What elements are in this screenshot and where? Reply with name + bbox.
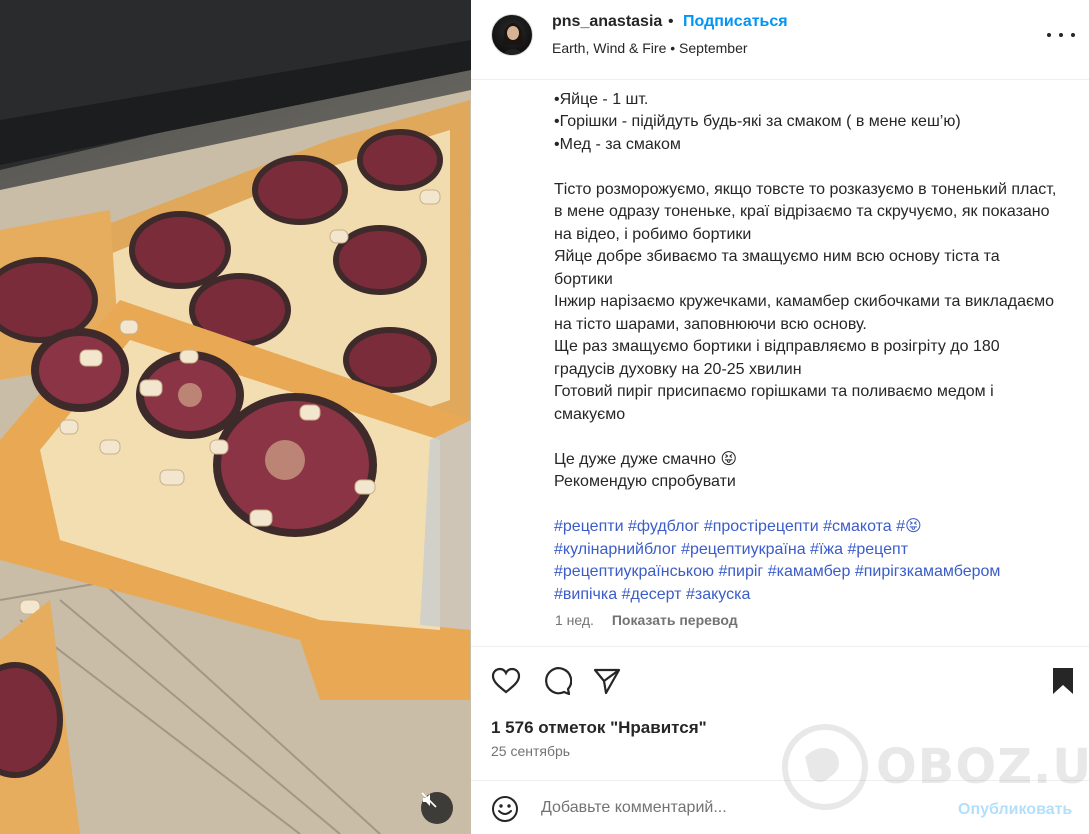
smiley-icon	[492, 796, 518, 822]
hashtag-link[interactable]: #їжа	[810, 541, 843, 558]
hashtag-link[interactable]: #фудблог	[628, 518, 699, 535]
comment-bar: Опубликовать	[471, 780, 1089, 834]
fig-tart-photo	[0, 0, 471, 834]
mute-button[interactable]	[421, 792, 453, 824]
comment-input[interactable]	[541, 797, 941, 819]
more-options-button[interactable]	[1047, 25, 1075, 45]
caption-closing: Рекомендую спробувати	[554, 473, 736, 490]
speaker-muted-icon	[421, 792, 437, 808]
post-actions: 1 576 отметок "Нравится" 25 сентябрь	[471, 646, 1089, 780]
caption-line: •Горішки - підійдуть будь-які за смаком …	[554, 113, 961, 130]
caption-line: •Мед - за смаком	[554, 135, 681, 153]
hashtag-link[interactable]: #закуска	[686, 586, 750, 603]
separator-dot: •	[668, 13, 674, 30]
hashtag-link[interactable]: #десерт	[622, 586, 682, 603]
share-button[interactable]	[592, 666, 622, 696]
hashtag-link[interactable]: #пирігзкамамбером	[855, 563, 1001, 580]
hashtag-link[interactable]: #рецептиукраїна	[681, 541, 805, 558]
caption-meta: 1 нед. Показать перевод	[555, 612, 738, 628]
save-button[interactable]	[1048, 666, 1078, 696]
publish-button[interactable]: Опубликовать	[958, 801, 1072, 819]
hashtag-link[interactable]: #смакота	[823, 518, 892, 535]
comment-icon	[545, 667, 573, 696]
caption-scroll-area[interactable]: •Камамбер ( можна замінити на бри) •Яйце…	[471, 80, 1089, 646]
caption-closing: Це дуже дуже смачно 😝	[554, 450, 738, 468]
like-button[interactable]	[491, 666, 521, 696]
comment-button[interactable]	[542, 666, 573, 696]
hashtag-link[interactable]: #рецепти	[554, 518, 624, 535]
hashtag-link[interactable]: #випічка	[554, 586, 617, 603]
hashtag-link[interactable]: #рецептиукраїнською	[554, 563, 714, 580]
username[interactable]: pns_anastasia	[552, 13, 662, 31]
hashtag-link[interactable]: #простірецепти	[704, 518, 819, 535]
post-age: 1 нед.	[555, 612, 594, 628]
hashtag-link[interactable]: #камамбер	[768, 563, 851, 580]
hashtags: #рецепти #фудблог #простірецепти #смакот…	[554, 516, 1059, 606]
hashtag-link[interactable]: #рецепт	[847, 541, 908, 558]
heart-icon	[491, 667, 521, 694]
caption-paragraph: Яйце добре збиваємо та змащуємо ним всю …	[554, 248, 1000, 288]
share-icon	[593, 668, 621, 695]
likes-count[interactable]: 1 576 отметок "Нравится"	[491, 718, 707, 738]
caption-paragraph: Ще раз змащуємо бортики і відправляємо в…	[554, 338, 1000, 378]
post-date: 25 сентябрь	[491, 743, 571, 759]
caption-paragraph: Інжир нарізаємо кружечками, камамбер ски…	[554, 293, 1055, 333]
post-panel: pns_anastasia • Подписаться Earth, Wind …	[471, 0, 1089, 834]
emoji-button[interactable]	[491, 795, 519, 823]
caption-line-cut: •Камамбер ( можна замінити на бри)	[554, 80, 1059, 89]
caption-line: •Яйце - 1 шт.	[554, 90, 649, 108]
avatar[interactable]	[491, 14, 533, 56]
post-media[interactable]	[0, 0, 471, 834]
follow-button[interactable]: Подписаться	[683, 13, 788, 31]
post-header: pns_anastasia • Подписаться Earth, Wind …	[471, 0, 1089, 80]
caption-paragraph: Тісто розморожуємо, якщо товсте то розка…	[554, 180, 1057, 243]
music-attribution[interactable]: Earth, Wind & Fire • September	[552, 40, 748, 56]
hashtag-link[interactable]: #😝	[896, 518, 922, 535]
caption-paragraph: Готовий пиріг присипаємо горішками та по…	[554, 383, 994, 423]
show-translation-button[interactable]: Показать перевод	[612, 612, 738, 628]
caption: •Камамбер ( можна замінити на бри) •Яйце…	[554, 80, 1059, 606]
bookmark-icon	[1053, 668, 1073, 694]
hashtag-link[interactable]: #пиріг	[718, 563, 763, 580]
ellipsis-icon	[1047, 33, 1051, 37]
hashtag-link[interactable]: #кулінарнийблог	[554, 541, 677, 558]
